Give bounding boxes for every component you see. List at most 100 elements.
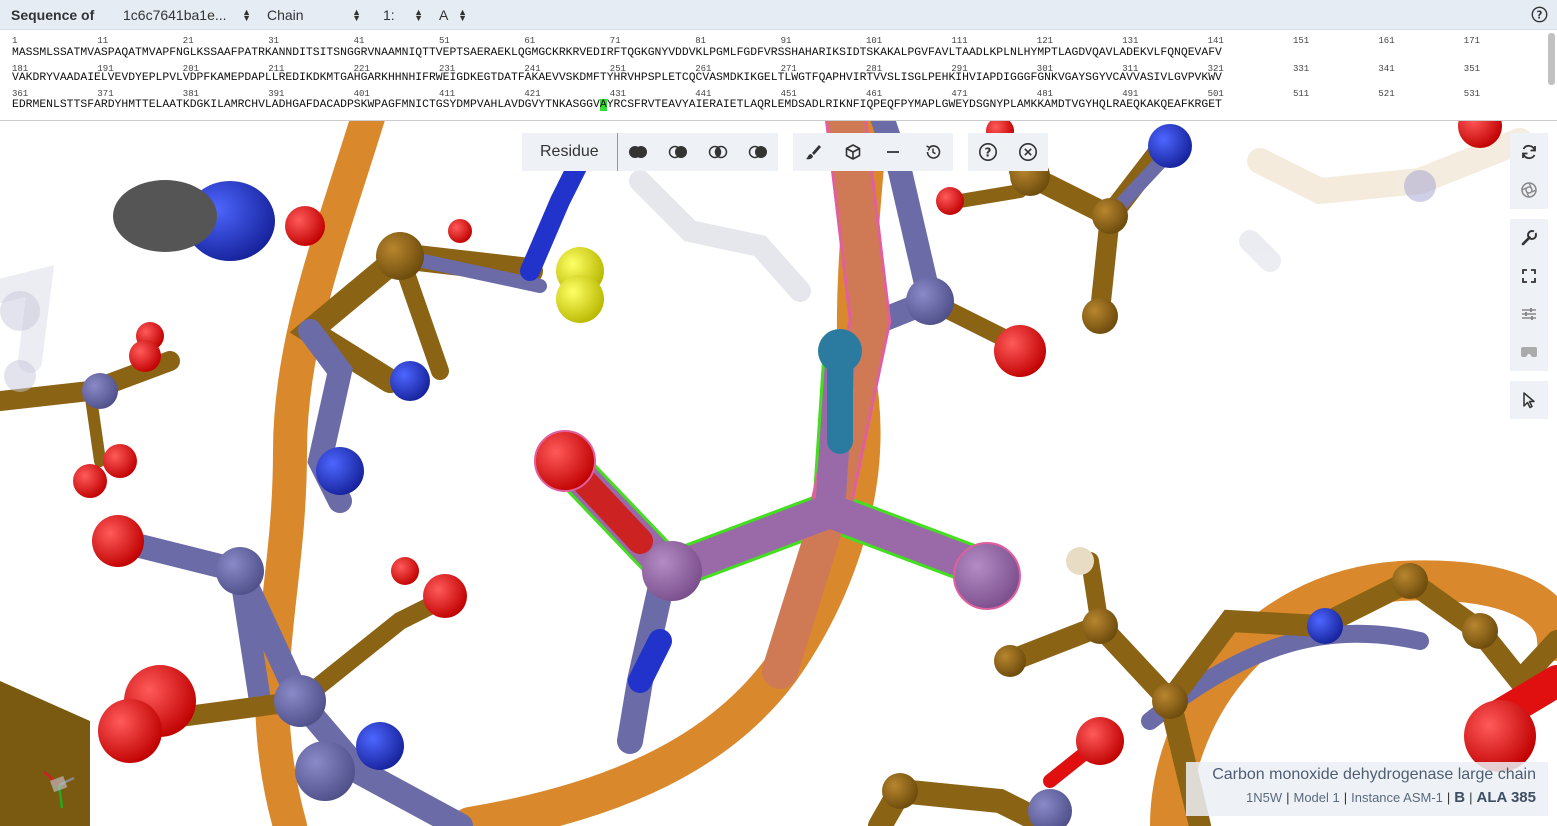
residue-number: 121 — [1036, 36, 1053, 46]
toolbar-help-button[interactable]: ? — [968, 133, 1008, 171]
residue-number: 111 — [951, 36, 968, 46]
remove-button[interactable] — [873, 133, 913, 171]
molstar-viewer: Sequence of 1c6c7641ba1e... ▲ ▼ Chain ▲ ▼ … — [0, 0, 1557, 826]
selection-mode-button[interactable] — [1510, 381, 1548, 419]
select-subtract-button[interactable] — [658, 133, 698, 171]
granularity-select[interactable]: Residue — [522, 133, 618, 171]
3d-canvas[interactable] — [0, 121, 1557, 826]
residue-number: 351 — [1463, 64, 1480, 74]
sequence-view[interactable]: 1 11 21 31 41 51 61 71 81 91 101 111 121 131 141 151 161… — [0, 31, 1557, 121]
residue-number: 131 — [1122, 36, 1139, 46]
residue-number: 81 — [695, 36, 706, 46]
model-select-value: 1: — [383, 6, 395, 23]
representation-button[interactable] — [833, 133, 873, 171]
minus-icon — [886, 151, 899, 153]
vr-icon — [1521, 347, 1537, 357]
vr-button[interactable] — [1510, 333, 1548, 371]
sequence-row-1[interactable]: MASSMLSSATMVASPAQATMVAPFNGLKSSAAFPATRKAN… — [12, 47, 1222, 59]
tools-icon — [1521, 230, 1537, 246]
residue-number: 421 — [524, 89, 541, 99]
residue-label: ALA 385 — [1476, 789, 1536, 806]
history-icon — [925, 145, 940, 159]
settings-button[interactable] — [1510, 295, 1548, 333]
screenshot-icon — [1521, 182, 1537, 198]
residue-number: 61 — [524, 36, 536, 46]
residue-number: 161 — [1378, 36, 1395, 46]
residue-number: 501 — [1207, 89, 1224, 99]
fullscreen-button[interactable] — [1510, 257, 1548, 295]
model-select[interactable]: 1: ▲ ▼ — [377, 0, 429, 30]
residue-number: 381 — [182, 89, 199, 99]
residue-number: 21 — [182, 36, 194, 46]
residue-number: 491 — [1122, 89, 1139, 99]
selection-mode-group: Residue — [522, 133, 778, 171]
residue-number: 481 — [1036, 89, 1053, 99]
residue-number: 101 — [866, 36, 883, 46]
select-intersect-icon — [708, 145, 727, 159]
close-icon — [1018, 143, 1037, 161]
tools-button[interactable] — [1510, 219, 1548, 257]
residue-number: 451 — [780, 89, 797, 99]
settings-icon — [1522, 308, 1536, 320]
select-union-icon — [628, 146, 647, 158]
select-union-button[interactable] — [618, 133, 658, 171]
molecule-render[interactable] — [0, 121, 1557, 826]
selection-toolbar: Residue ? — [522, 133, 1063, 171]
chain-label: B — [1454, 789, 1466, 806]
residue-number: 341 — [1378, 64, 1395, 74]
residue-number: 441 — [695, 89, 712, 99]
residue-number: 1 — [12, 36, 18, 46]
residue-number: 41 — [353, 36, 365, 46]
residue-number: 461 — [866, 89, 883, 99]
residue-number: 141 — [1207, 36, 1224, 46]
cube-icon — [845, 144, 861, 160]
viewport-controls — [1510, 133, 1548, 419]
location-info: 1N5W | Model 1 | Instance ASM-1 | B | ALA 385 — [1245, 789, 1536, 806]
residue-number: 151 — [1293, 36, 1310, 46]
select-set-icon — [748, 145, 767, 159]
select-arrows-icon: ▲ ▼ — [414, 6, 423, 23]
help-close-group: ? — [967, 133, 1048, 171]
brush-icon — [805, 145, 821, 160]
sequence-header: Sequence of 1c6c7641ba1e... ▲ ▼ Chain ▲ ▼ … — [0, 0, 1557, 30]
residue-number: 361 — [12, 89, 29, 99]
selection-actions-group — [792, 133, 953, 171]
sequence-segment[interactable]: YRCSFRVTEAVYAIERAIETLAQRLEMDSADLRIKNFIQP… — [607, 99, 1222, 111]
residue-number: 91 — [780, 36, 792, 46]
color-button[interactable] — [793, 133, 833, 171]
residue-number: 171 — [1463, 36, 1480, 46]
chain-select-value: A — [439, 6, 449, 23]
chain-select[interactable]: A ▲ ▼ — [433, 0, 473, 30]
residue-number: 401 — [353, 89, 370, 99]
help-icon[interactable]: ? — [1531, 6, 1548, 23]
sequence-row-3[interactable]: EDRMENLSTTSFARDYHMTTELAATKDGKILAMRCHVLAD… — [12, 99, 1222, 111]
select-set-button[interactable] — [738, 133, 778, 171]
fullscreen-icon — [1522, 269, 1536, 283]
sequence-scrollbar[interactable] — [1548, 33, 1555, 85]
sequence-segment[interactable]: EDRMENLSTTSFARDYHMTTELAATKDGKILAMRCHVLAD… — [12, 99, 600, 111]
sequence-row-2[interactable]: VAKDRYVAADAIELVEVDYEPLPVLVDPFKAMEPDAPLLR… — [12, 72, 1222, 84]
reset-view-button[interactable] — [1510, 133, 1548, 171]
svg-text:?: ? — [984, 146, 991, 160]
cursor-icon — [1523, 392, 1535, 409]
structure-info: Carbon monoxide dehydrogenase large chai… — [1186, 762, 1548, 816]
select-intersect-button[interactable] — [698, 133, 738, 171]
residue-number: 431 — [609, 89, 626, 99]
entry-select[interactable]: 1c6c7641ba1e... ▲ ▼ — [117, 0, 257, 30]
residue-number: 51 — [439, 36, 450, 46]
select-arrows-icon: ▲ ▼ — [242, 6, 251, 23]
history-button[interactable] — [913, 133, 953, 171]
residue-number: 511 — [1293, 89, 1310, 99]
select-arrows-icon: ▲ ▼ — [458, 6, 467, 23]
residue-number: 31 — [268, 36, 279, 46]
svg-text:?: ? — [1537, 10, 1543, 21]
axes-indicator-icon — [43, 771, 75, 809]
screenshot-button[interactable] — [1510, 171, 1548, 209]
residue-number: 71 — [609, 36, 621, 46]
residue-number: 11 — [97, 36, 109, 46]
residue-number: 531 — [1463, 89, 1480, 99]
model-label: Model 1 — [1293, 790, 1340, 805]
highlighted-residue[interactable]: A — [599, 99, 607, 111]
toolbar-close-button[interactable] — [1008, 133, 1048, 171]
type-select[interactable]: Chain ▲ ▼ — [261, 0, 367, 30]
